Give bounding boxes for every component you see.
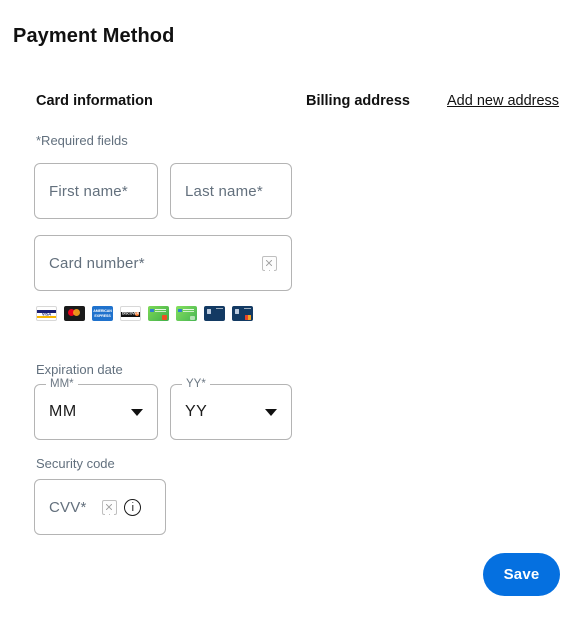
security-code-placeholder: CVV* bbox=[49, 498, 87, 516]
accepted-card-brands: VISA AMERICAN EXPRESS DISCOVER bbox=[36, 306, 253, 321]
card-chip bbox=[150, 308, 154, 312]
required-fields-note: *Required fields bbox=[36, 133, 128, 148]
chevron-down-icon bbox=[131, 408, 143, 416]
expiration-month-value: MM bbox=[49, 403, 77, 420]
card-stripe bbox=[216, 308, 223, 310]
first-name-placeholder: First name* bbox=[49, 182, 128, 200]
green-card-2-icon bbox=[176, 306, 197, 321]
last-name-placeholder: Last name* bbox=[185, 182, 263, 200]
card-number-input[interactable]: Card number* bbox=[34, 235, 292, 291]
expiration-month-notch-label: MM* bbox=[46, 377, 78, 391]
card-logo bbox=[190, 315, 195, 320]
card-number-placeholder: Card number* bbox=[49, 254, 145, 272]
amex-icon-label: AMERICAN EXPRESS bbox=[93, 308, 112, 318]
last-name-input[interactable]: Last name* bbox=[170, 163, 292, 219]
discover-icon: DISCOVER bbox=[120, 306, 141, 321]
card-stripe bbox=[244, 308, 251, 310]
mastercard-icon bbox=[64, 306, 85, 321]
chevron-down-icon bbox=[265, 408, 277, 416]
billing-address-heading: Billing address bbox=[306, 93, 410, 109]
card-logo bbox=[162, 314, 167, 320]
expiration-year-select[interactable]: YY* YY bbox=[170, 377, 292, 440]
add-new-address-link[interactable]: Add new address bbox=[447, 92, 559, 110]
broken-image-icon bbox=[262, 255, 277, 271]
card-information-heading: Card information bbox=[36, 93, 153, 109]
visa-icon: VISA bbox=[36, 306, 57, 321]
expiration-month-select[interactable]: MM* MM bbox=[34, 377, 158, 440]
navy-card-2-icon bbox=[232, 306, 253, 321]
security-code-label: Security code bbox=[36, 456, 115, 471]
card-chip bbox=[178, 308, 182, 312]
first-name-input[interactable]: First name* bbox=[34, 163, 158, 219]
card-stripe bbox=[183, 309, 194, 311]
page-title: Payment Method bbox=[13, 25, 175, 47]
expiration-year-notch-label: YY* bbox=[182, 377, 210, 391]
security-code-input[interactable]: CVV* bbox=[34, 479, 166, 535]
green-card-1-icon bbox=[148, 306, 169, 321]
expiration-year-value: YY bbox=[185, 403, 208, 420]
card-logo bbox=[245, 314, 251, 320]
save-button[interactable]: Save bbox=[483, 553, 560, 596]
expiration-date-label: Expiration date bbox=[36, 362, 123, 377]
card-stripe bbox=[155, 309, 166, 311]
amex-icon: AMERICAN EXPRESS bbox=[92, 306, 113, 321]
info-circle-icon[interactable] bbox=[124, 498, 142, 516]
visa-icon-label: VISA bbox=[41, 311, 52, 317]
card-chip bbox=[206, 309, 211, 314]
discover-icon-label: DISCOVER bbox=[122, 311, 139, 316]
broken-image-icon bbox=[102, 499, 118, 515]
card-chip bbox=[234, 309, 239, 314]
navy-card-1-icon bbox=[204, 306, 225, 321]
